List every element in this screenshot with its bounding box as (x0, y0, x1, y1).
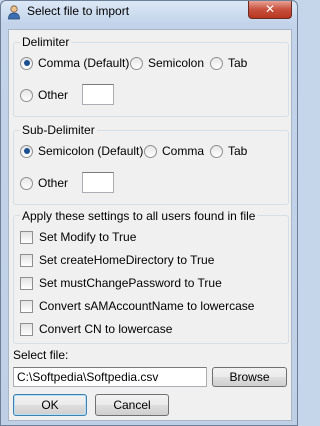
sub-delimiter-other-input[interactable] (82, 172, 114, 193)
radio-label: Semicolon (148, 56, 205, 70)
radio-label: Other (38, 88, 69, 102)
set-modify-checkbox[interactable]: Set Modify to True (20, 230, 136, 244)
set-create-home-directory-checkbox[interactable]: Set createHomeDirectory to True (20, 253, 214, 267)
sub-delimiter-other-radio[interactable]: Other (20, 176, 68, 190)
file-path-value: C:\Softpedia\Softpedia.csv (17, 370, 159, 384)
select-file-label: Select file: (13, 348, 69, 362)
radio-indicator[interactable] (20, 176, 33, 190)
checkbox-indicator[interactable] (20, 299, 33, 313)
title-bar[interactable]: Select file to import ✕ (1, 1, 297, 23)
delimiter-group-label: Delimiter (20, 35, 72, 49)
checkbox-label: Set Modify to True (39, 230, 137, 244)
browse-button-label: Browse (229, 370, 270, 384)
radio-indicator[interactable] (20, 144, 33, 158)
file-path-input[interactable]: C:\Softpedia\Softpedia.csv (13, 367, 207, 387)
radio-indicator[interactable] (210, 56, 223, 70)
radio-indicator[interactable] (210, 144, 223, 158)
close-button[interactable]: ✕ (248, 1, 292, 19)
checkbox-label: Convert CN to lowercase (39, 322, 173, 336)
radio-indicator[interactable] (20, 88, 33, 102)
sub-delimiter-semicolon-radio[interactable]: Semicolon (Default) (20, 144, 143, 158)
radio-label: Semicolon (Default) (38, 144, 144, 158)
apply-settings-group: Apply these settings to all users found … (13, 209, 289, 344)
delimiter-other-input[interactable] (82, 84, 114, 105)
close-icon: ✕ (264, 2, 276, 16)
user-icon (8, 5, 20, 20)
checkbox-label: Convert sAMAccountName to lowercase (39, 299, 255, 313)
delimiter-other-radio[interactable]: Other (20, 88, 68, 102)
convert-samaccountname-checkbox[interactable]: Convert sAMAccountName to lowercase (20, 299, 254, 313)
set-must-change-password-checkbox[interactable]: Set mustChangePassword to True (20, 276, 222, 290)
dialog-client-area: Delimiter Comma (Default) Semicolon Tab … (8, 29, 292, 421)
import-dialog: Select file to import ✕ Delimiter Comma … (0, 0, 298, 426)
sub-delimiter-comma-radio[interactable]: Comma (144, 144, 204, 158)
checkbox-indicator[interactable] (20, 253, 33, 267)
sub-delimiter-tab-radio[interactable]: Tab (210, 144, 247, 158)
browse-button[interactable]: Browse (212, 367, 287, 387)
checkbox-label: Set createHomeDirectory to True (39, 253, 215, 267)
checkbox-indicator[interactable] (20, 230, 33, 244)
sub-delimiter-group: Sub-Delimiter Semicolon (Default) Comma … (13, 123, 289, 205)
radio-label: Comma (162, 144, 205, 158)
checkbox-indicator[interactable] (20, 322, 33, 336)
radio-label: Tab (228, 144, 248, 158)
sub-delimiter-group-label: Sub-Delimiter (20, 123, 97, 137)
ok-button[interactable]: OK (13, 394, 87, 416)
delimiter-semicolon-radio[interactable]: Semicolon (130, 56, 204, 70)
checkbox-indicator[interactable] (20, 276, 33, 290)
convert-cn-checkbox[interactable]: Convert CN to lowercase (20, 322, 172, 336)
cancel-button[interactable]: Cancel (95, 394, 169, 416)
checkbox-label: Set mustChangePassword to True (39, 276, 222, 290)
radio-indicator[interactable] (130, 56, 143, 70)
radio-label: Other (38, 176, 69, 190)
apply-settings-group-label: Apply these settings to all users found … (20, 209, 258, 223)
radio-indicator[interactable] (20, 56, 33, 70)
delimiter-group: Delimiter Comma (Default) Semicolon Tab … (13, 35, 289, 117)
radio-label: Tab (228, 56, 248, 70)
window-title: Select file to import (27, 4, 130, 18)
radio-indicator[interactable] (144, 144, 157, 158)
radio-label: Comma (Default) (38, 56, 130, 70)
delimiter-tab-radio[interactable]: Tab (210, 56, 247, 70)
cancel-button-label: Cancel (113, 398, 151, 412)
ok-button-label: OK (41, 398, 59, 412)
delimiter-comma-radio[interactable]: Comma (Default) (20, 56, 129, 70)
